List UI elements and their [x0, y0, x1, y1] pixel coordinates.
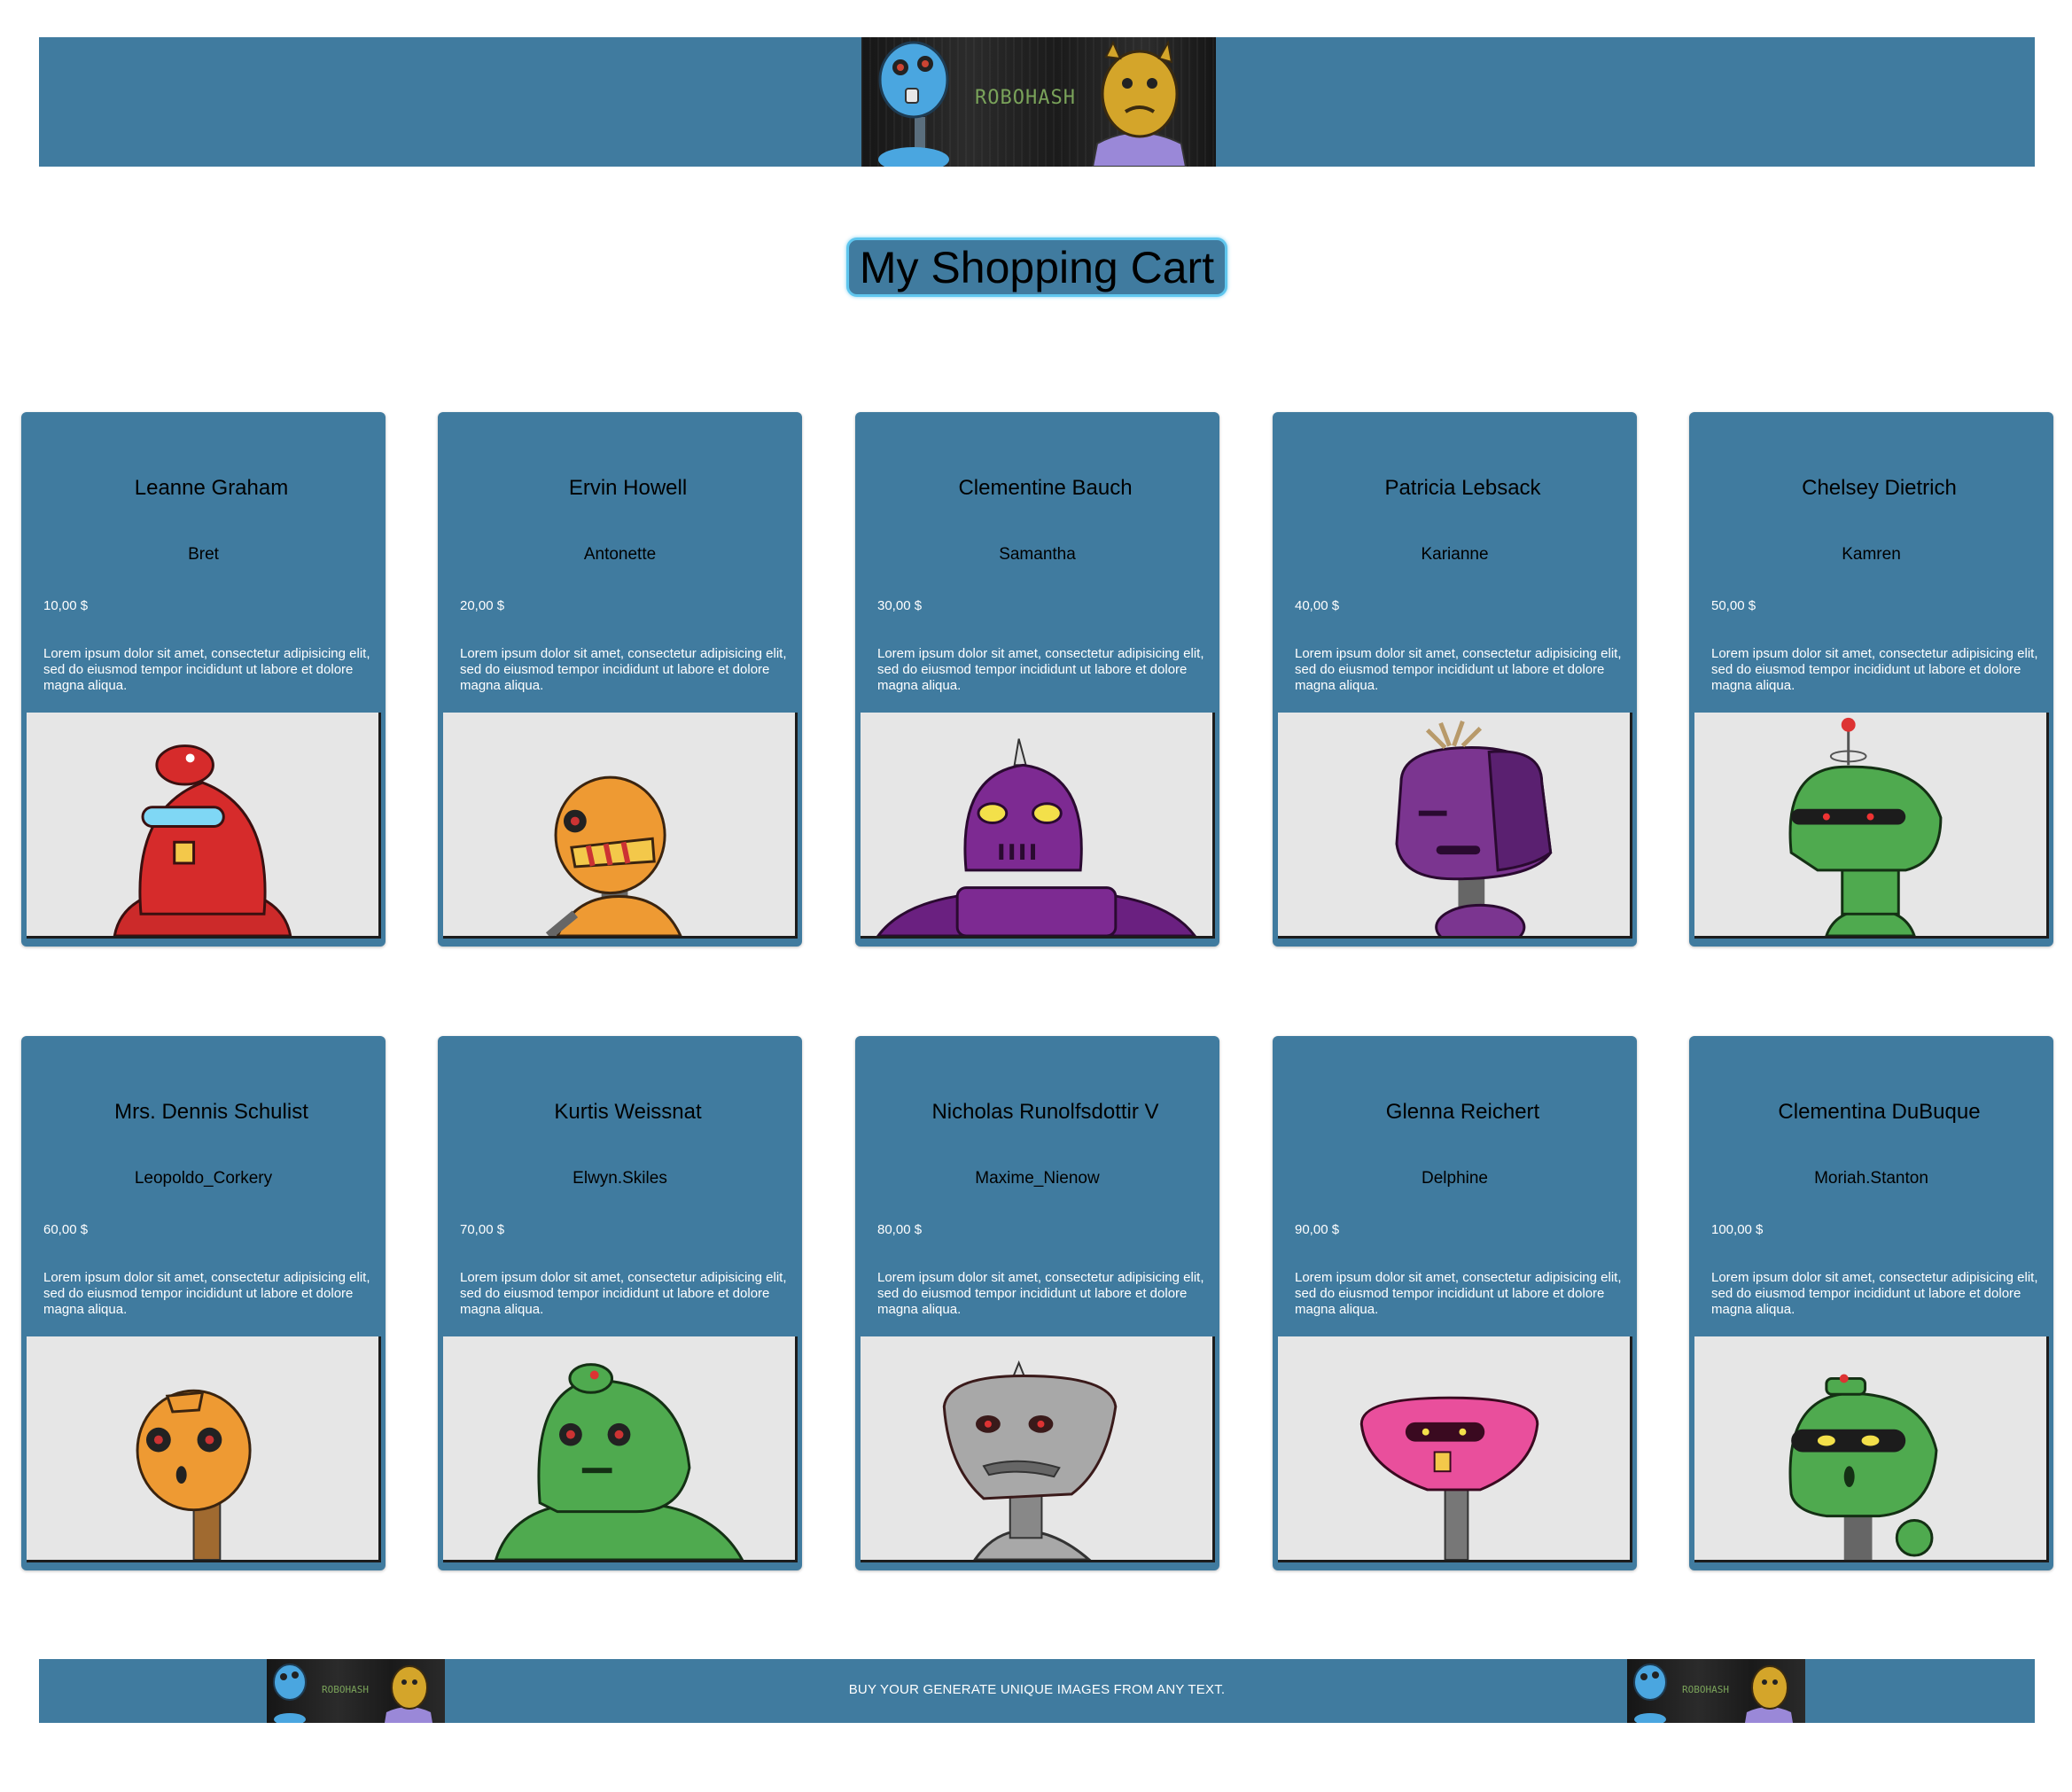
product-username: Samantha	[999, 545, 1076, 564]
footer-logo-text: ROBOHASH	[1682, 1684, 1729, 1695]
product-price: 80,00 $	[877, 1222, 923, 1237]
product-name: Mrs. Dennis Schulist	[114, 1100, 308, 1124]
product-card[interactable]: Clementine Bauch Samantha 30,00 $ Lorem …	[855, 412, 1219, 947]
product-username: Antonette	[583, 545, 657, 564]
green-robot-icon	[1788, 1374, 1938, 1560]
product-price: 20,00 $	[460, 598, 505, 613]
product-card[interactable]: Glenna Reichert Delphine 90,00 $ Lorem i…	[1273, 1036, 1637, 1570]
product-price: 50,00 $	[1711, 598, 1757, 613]
product-image	[1694, 713, 2049, 939]
banner-logo-text: ROBOHASH	[975, 87, 1076, 109]
product-username: Bret	[188, 545, 219, 564]
product-image	[443, 713, 798, 939]
page-title-box: My Shopping Cart	[846, 238, 1227, 297]
product-image	[443, 1336, 798, 1562]
product-description: Lorem ipsum dolor sit amet, consectetur …	[877, 646, 1204, 693]
product-description: Lorem ipsum dolor sit amet, consectetur …	[877, 1270, 1204, 1317]
green-robot-icon	[1788, 717, 1943, 936]
product-price: 30,00 $	[877, 598, 923, 613]
product-name: Ervin Howell	[568, 476, 688, 500]
orange-robot-icon	[136, 1389, 252, 1560]
product-description: Lorem ipsum dolor sit amet, consectetur …	[460, 646, 787, 693]
product-description: Lorem ipsum dolor sit amet, consectetur …	[43, 1270, 370, 1317]
product-name: Patricia Lebsack	[1384, 476, 1541, 500]
product-username: Maxime_Nienow	[975, 1169, 1100, 1188]
gray-robot-icon	[942, 1360, 1118, 1560]
product-price: 100,00 $	[1711, 1222, 1764, 1237]
yellow-monster-icon	[1091, 40, 1188, 167]
product-description: Lorem ipsum dolor sit amet, consectetur …	[1711, 646, 2038, 693]
product-image	[861, 713, 1215, 939]
product-card[interactable]: Ervin Howell Antonette 20,00 $ Lorem ips…	[438, 412, 802, 947]
product-image	[1278, 1336, 1632, 1562]
product-name: Clementina DuBuque	[1778, 1100, 1981, 1124]
product-description: Lorem ipsum dolor sit amet, consectetur …	[1711, 1270, 2038, 1317]
product-username: Moriah.Stanton	[1814, 1169, 1928, 1188]
product-card[interactable]: Chelsey Dietrich Kamren 50,00 $ Lorem ip…	[1689, 412, 2053, 947]
product-username: Delphine	[1422, 1169, 1488, 1188]
product-username: Karianne	[1421, 545, 1489, 564]
product-image	[1278, 713, 1632, 939]
product-image	[1694, 1336, 2049, 1562]
product-name: Glenna Reichert	[1385, 1100, 1540, 1124]
yellow-monster-icon	[1745, 1665, 1793, 1723]
robohash-banner-logo: ROBOHASH	[861, 37, 1216, 167]
product-price: 70,00 $	[460, 1222, 505, 1237]
footer-bar: ROBOHASH BUY YOUR GENERATE UNIQUE IMAGES…	[39, 1659, 2035, 1723]
product-price: 90,00 $	[1295, 1222, 1340, 1237]
product-username: Leopoldo_Corkery	[134, 1169, 273, 1188]
product-card[interactable]: Leanne Graham Bret 10,00 $ Lorem ipsum d…	[21, 412, 386, 947]
product-name: Chelsey Dietrich	[1802, 476, 1957, 500]
product-description: Lorem ipsum dolor sit amet, consectetur …	[43, 646, 370, 693]
red-robot-icon	[113, 744, 292, 936]
product-name: Leanne Graham	[134, 476, 289, 500]
header-bar: ROBOHASH	[39, 37, 2035, 167]
blue-robot-icon	[878, 41, 949, 167]
product-card[interactable]: Clementina DuBuque Moriah.Stanton 100,00…	[1689, 1036, 2053, 1570]
product-name: Kurtis Weissnat	[554, 1100, 702, 1124]
product-card[interactable]: Patricia Lebsack Karianne 40,00 $ Lorem …	[1273, 412, 1637, 947]
product-price: 10,00 $	[43, 598, 89, 613]
product-name: Nicholas Runolfsdottir V	[931, 1100, 1159, 1124]
footer-logo-right: ROBOHASH	[1627, 1659, 1805, 1723]
product-price: 40,00 $	[1295, 598, 1340, 613]
product-username: Elwyn.Skiles	[573, 1169, 667, 1188]
product-image	[27, 1336, 381, 1562]
product-description: Lorem ipsum dolor sit amet, consectetur …	[460, 1270, 787, 1317]
product-description: Lorem ipsum dolor sit amet, consectetur …	[1295, 1270, 1622, 1317]
product-description: Lorem ipsum dolor sit amet, consectetur …	[1295, 646, 1622, 693]
pink-robot-icon	[1359, 1396, 1539, 1560]
product-card[interactable]: Kurtis Weissnat Elwyn.Skiles 70,00 $ Lor…	[438, 1036, 802, 1570]
product-price: 60,00 $	[43, 1222, 89, 1237]
page-title: My Shopping Cart	[859, 242, 1215, 292]
product-card[interactable]: Nicholas Runolfsdottir V Maxime_Nienow 8…	[855, 1036, 1219, 1570]
blue-robot-icon	[1633, 1663, 1667, 1723]
purple-robot-icon	[876, 738, 1196, 936]
product-card[interactable]: Mrs. Dennis Schulist Leopoldo_Corkery 60…	[21, 1036, 386, 1570]
purple-robot-icon	[1395, 721, 1553, 936]
product-image	[861, 1336, 1215, 1562]
product-username: Kamren	[1842, 545, 1901, 564]
green-robot-icon	[494, 1363, 744, 1560]
product-name: Clementine Bauch	[958, 476, 1133, 500]
orange-robot-icon	[545, 775, 682, 936]
product-image	[27, 713, 381, 939]
